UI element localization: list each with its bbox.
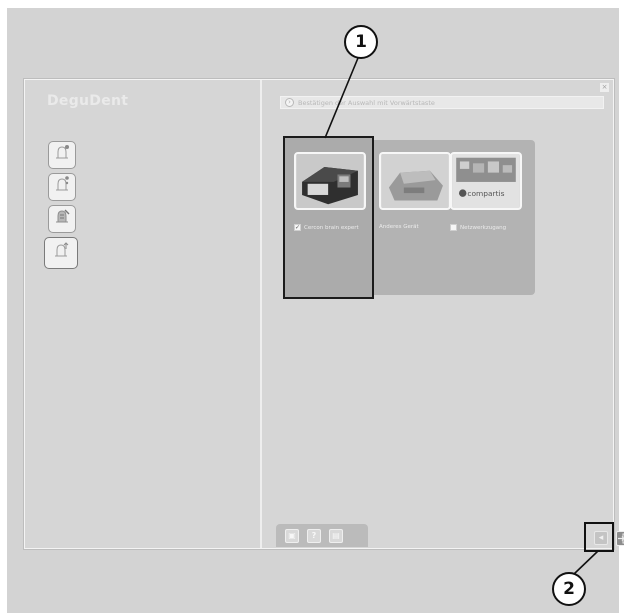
bottom-toolbar: ▣ ? ▤ (276, 524, 368, 547)
bell-icon (52, 207, 72, 231)
device-label[interactable]: ✓ Cercon brain expert (294, 224, 366, 231)
left-panel: DeguDent (25, 80, 262, 548)
document-icon: ▤ (332, 531, 340, 540)
device-image (379, 152, 451, 210)
mode-button-3[interactable] (48, 205, 76, 233)
save-icon: ▣ (288, 531, 296, 540)
help-button[interactable]: ? (307, 529, 321, 543)
device-card-cercon-selected[interactable]: ✓ Cercon brain expert (294, 152, 366, 231)
mode-button-1[interactable] (48, 141, 76, 169)
device-checkbox[interactable]: ✓ (294, 224, 301, 231)
device-image: compartis (450, 152, 522, 210)
exit-door-icon (617, 532, 624, 545)
callout-1: 1 (344, 25, 378, 59)
app-logo: DeguDent (47, 93, 129, 109)
device-name: Anderes Gerät (379, 224, 419, 230)
bell-icon (52, 143, 72, 167)
help-icon: ? (311, 531, 317, 540)
callout-2: 2 (552, 572, 586, 606)
arrow-circle-icon: › (285, 98, 294, 107)
confirm-hint-text: Bestätigen der Auswahl mit Vorwärtstaste (298, 98, 435, 107)
device-label[interactable]: Anderes Gerät (379, 224, 451, 230)
device-image (294, 152, 366, 210)
device-label[interactable]: Netzwerkzugang (450, 224, 522, 231)
confirm-hint-bar: › Bestätigen der Auswahl mit Vorwärtstas… (280, 96, 604, 109)
app-window: DeguDent › Bestätigen der Auswahl mit Vo… (24, 79, 624, 549)
device-checkbox[interactable] (450, 224, 457, 231)
right-panel: › Bestätigen der Auswahl mit Vorwärtstas… (262, 80, 624, 548)
device-card-other[interactable]: Anderes Gerät (379, 152, 451, 230)
device-name: Netzwerkzugang (460, 224, 507, 231)
document-button[interactable]: ▤ (329, 529, 343, 543)
close-button[interactable]: × (600, 83, 609, 92)
callout-2-highlight-box (584, 522, 614, 552)
device-card-network[interactable]: compartis Netzwerkzugang (450, 152, 522, 231)
forward-exit-button[interactable] (616, 531, 624, 546)
compartis-logo-text: compartis (467, 189, 504, 198)
mode-button-4[interactable] (44, 237, 78, 269)
bell-icon (52, 175, 72, 199)
device-name: Cercon brain expert (304, 224, 359, 231)
mode-button-2[interactable] (48, 173, 76, 201)
save-button[interactable]: ▣ (285, 529, 299, 543)
bell-icon (51, 241, 71, 265)
